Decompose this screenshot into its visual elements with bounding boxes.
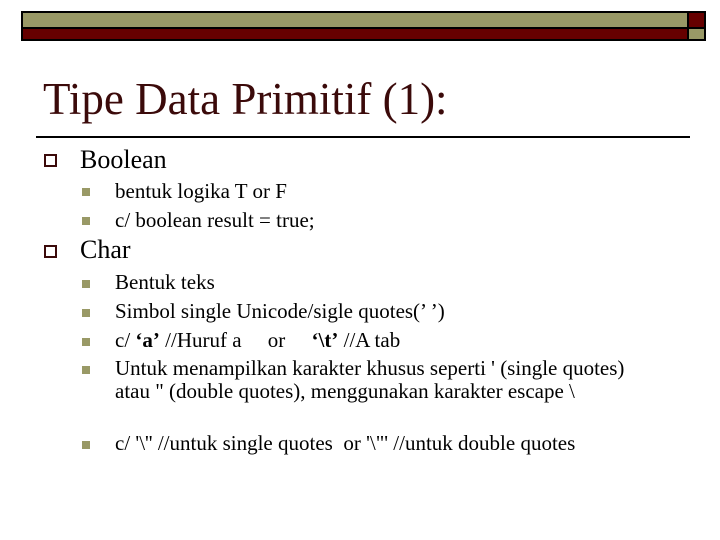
example-char-a: ‘a’ xyxy=(135,328,160,352)
list-item: c/ '\'' //untuk single quotes or '\"' //… xyxy=(115,431,576,455)
example-suffix: //A tab xyxy=(338,328,401,352)
hollow-square-bullet-icon xyxy=(44,245,57,258)
list-item: Untuk menampilkan karakter khusus sepert… xyxy=(115,356,625,403)
header-bar-red-strip xyxy=(23,29,687,39)
header-bar-khaki-square xyxy=(689,29,704,39)
hollow-square-bullet-icon xyxy=(44,154,57,167)
filled-square-bullet-icon xyxy=(82,366,90,374)
header-decoration-bar xyxy=(21,11,706,41)
example-middle: //Huruf a or xyxy=(159,328,312,352)
header-bar-khaki-strip xyxy=(23,13,687,27)
filled-square-bullet-icon xyxy=(82,338,90,346)
filled-square-bullet-icon xyxy=(82,217,90,225)
section-heading-boolean: Boolean xyxy=(80,145,167,174)
example-prefix: c/ xyxy=(115,328,136,352)
section-heading-char: Char xyxy=(80,235,131,264)
title-underline xyxy=(36,136,690,138)
header-bar-red-square xyxy=(689,13,704,27)
filled-square-bullet-icon xyxy=(82,188,90,196)
list-item: Simbol single Unicode/sigle quotes(’ ’) xyxy=(115,299,445,323)
filled-square-bullet-icon xyxy=(82,309,90,317)
slide-title: Tipe Data Primitif (1): xyxy=(43,74,448,124)
filled-square-bullet-icon xyxy=(82,280,90,288)
list-item-char-example: c/ ‘a’ //Huruf a or ‘\t’ //A tab xyxy=(115,329,660,352)
filled-square-bullet-icon xyxy=(82,441,90,449)
list-item: bentuk logika T or F xyxy=(115,179,287,203)
list-item: c/ boolean result = true; xyxy=(115,208,315,232)
list-item: Bentuk teks xyxy=(115,270,215,294)
example-char-tab: ‘\t’ xyxy=(311,328,339,352)
